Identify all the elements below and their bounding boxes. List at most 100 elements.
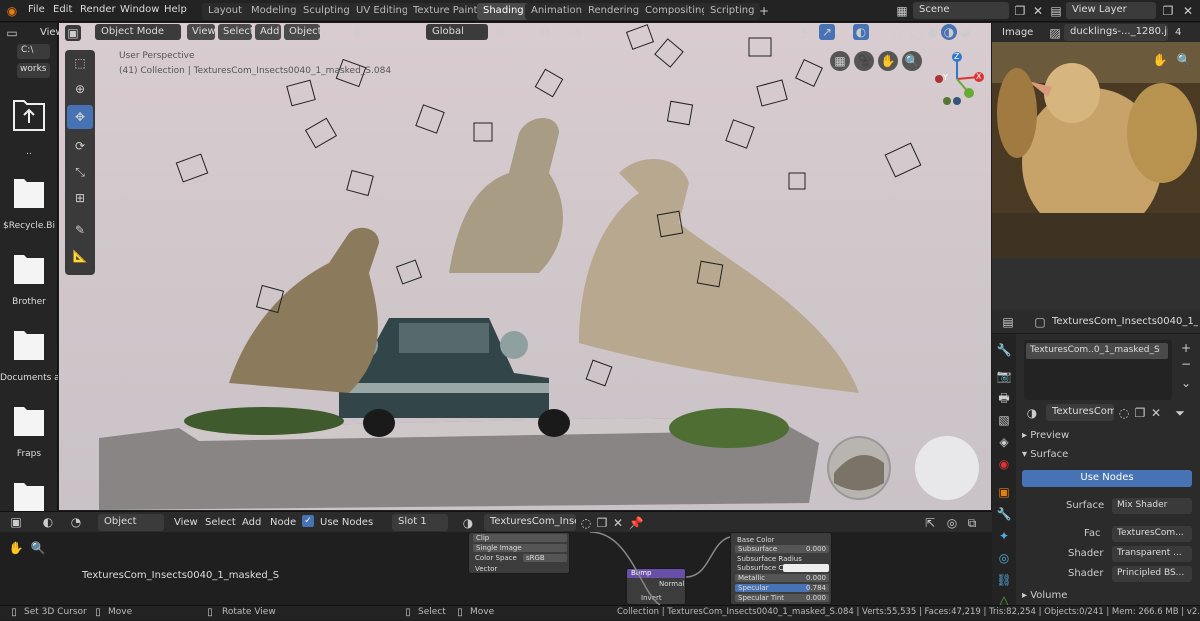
select-box-icon[interactable]: ⬚ (72, 55, 88, 71)
new-view-layer-icon[interactable]: ❐ (1160, 3, 1176, 19)
editor-type-icon[interactable]: ▣ (65, 25, 81, 41)
camera-view-icon[interactable]: 🎥 (854, 51, 874, 71)
proportional-edit-icon[interactable]: ◎ (569, 24, 585, 40)
scene-icon[interactable]: ▦ (894, 3, 910, 19)
folder-icon[interactable] (8, 325, 50, 365)
remove-scene-icon[interactable]: ✕ (1030, 3, 1046, 19)
bsdf-subsurface-color-swatch[interactable] (783, 564, 829, 572)
image-texture-node[interactable]: Clip Single Image Color Space sRGB Vecto… (468, 532, 570, 574)
add-menu[interactable]: Add (255, 24, 281, 40)
image-menu[interactable]: Image (1002, 27, 1033, 38)
image-name-field[interactable]: ducklings-..._1280.jpg (1064, 24, 1168, 41)
image-browse-icon[interactable]: ▨ (1047, 25, 1063, 41)
constraints-tab-icon[interactable]: ⛓ (996, 572, 1012, 588)
render-tab-icon[interactable]: 📷 (996, 368, 1012, 384)
new-scene-icon[interactable]: ❐ (1012, 3, 1028, 19)
projection-dropdown[interactable]: Single Image (473, 544, 567, 552)
world-tab-icon[interactable]: ◉ (996, 456, 1012, 472)
tab-layout[interactable]: Layout (202, 3, 248, 20)
rotate-tool-icon[interactable]: ⟳ (72, 138, 88, 154)
pin-icon[interactable]: 📌 (628, 515, 644, 531)
mode-dropdown[interactable]: Object Mode (95, 24, 181, 40)
shader1-input[interactable]: Transparent ... (1112, 546, 1192, 562)
node-select-menu[interactable]: Select (205, 517, 236, 528)
menu-help[interactable]: Help (164, 4, 187, 15)
shader-type-icon[interactable]: ◐ (40, 514, 56, 530)
zoom-icon[interactable]: 🔍 (30, 540, 46, 556)
add-workspace-icon[interactable]: + (756, 3, 772, 19)
editor-type-icon[interactable]: ▣ (8, 514, 24, 530)
shading-rendered-icon[interactable]: ◕ (957, 24, 973, 40)
tab-modeling[interactable]: Modeling (245, 3, 303, 20)
menu-edit[interactable]: Edit (53, 4, 72, 15)
zoom-icon[interactable]: 🔍 (902, 51, 922, 71)
view-layer-field[interactable]: View Layer (1066, 2, 1156, 19)
parent-node-icon[interactable]: ⇱ (922, 515, 938, 531)
fake-user-icon[interactable]: ◌ (1116, 405, 1132, 421)
tab-rendering[interactable]: Rendering (582, 3, 646, 20)
scale-tool-icon[interactable]: ⤡ (72, 164, 88, 180)
node-material-field[interactable]: TexturesCom_Insec... (484, 514, 576, 531)
tab-animation[interactable]: Animation (525, 3, 588, 20)
cursor-icon[interactable]: ⊕ (72, 81, 88, 97)
folder-icon[interactable] (8, 249, 50, 289)
tab-scripting[interactable]: Scripting (704, 3, 761, 20)
folder-label-brother[interactable]: Brother (0, 297, 58, 307)
add-slot-icon[interactable]: + (1178, 340, 1194, 356)
node-editor-canvas[interactable]: ✋ 🔍 TexturesCom_Insects0040_1_masked_S C… (0, 532, 992, 605)
folder-label-fraps[interactable]: Fraps (0, 449, 58, 459)
tab-compositing[interactable]: Compositing (639, 3, 714, 20)
shading-solid-icon[interactable]: ● (925, 24, 941, 40)
volume-section[interactable]: ▸ Volume (1022, 590, 1067, 606)
pivot-icon[interactable]: ⊙ (493, 24, 509, 40)
bsdf-metallic-field[interactable]: Metallic 0.000 (735, 574, 829, 582)
fake-user-icon[interactable]: ◌ (578, 515, 594, 531)
material-sphere-icon[interactable]: ◑ (460, 515, 476, 531)
filename-field[interactable]: works (17, 63, 50, 78)
pan-hand-icon[interactable]: ✋ (878, 51, 898, 71)
principled-bsdf-node[interactable]: Base Color Subsurface 0.000 Subsurface R… (730, 532, 832, 605)
xray-icon[interactable]: ▢ (889, 24, 905, 40)
scene-field[interactable]: Scene (913, 2, 1009, 19)
view-layer-tab-icon[interactable]: ▧ (996, 412, 1012, 428)
snap-icon[interactable]: ⧉ (537, 24, 553, 40)
colorspace-dropdown[interactable]: sRGB (523, 554, 567, 562)
tab-shading[interactable]: Shading (477, 3, 530, 20)
use-nodes-button[interactable]: Use Nodes (1022, 470, 1192, 487)
modifier-tab-icon[interactable]: 🔧 (996, 506, 1012, 522)
material-slot-item[interactable]: TexturesCom..0_1_masked_S (1026, 343, 1168, 359)
menu-file[interactable]: File (28, 4, 45, 15)
zoom-icon[interactable]: 🔍 (1176, 52, 1192, 68)
annotate-tool-icon[interactable]: ✎ (72, 222, 88, 238)
folder-label-documents[interactable]: Documents a (0, 373, 58, 383)
material-name-field[interactable]: TexturesCom... (1046, 404, 1114, 421)
editor-type-icon[interactable]: ▭ (4, 25, 20, 41)
image-editor-panel[interactable] (992, 23, 1200, 258)
shader-type-dropdown[interactable]: Object (98, 514, 164, 531)
unlink-material-icon[interactable]: ✕ (610, 515, 626, 531)
object-menu[interactable]: Object (284, 24, 322, 40)
menu-render[interactable]: Render (80, 4, 116, 15)
orientation-dropdown[interactable]: Global (426, 24, 488, 40)
visibility-icon[interactable]: ◔ (794, 24, 810, 40)
use-nodes-checkbox[interactable]: ✓ (302, 515, 314, 527)
view-layer-icon[interactable]: ▤ (1048, 3, 1064, 19)
preview-section[interactable]: ▸ Preview (1022, 430, 1069, 446)
blender-logo-icon[interactable]: ◉ (4, 3, 20, 19)
object-type-icon[interactable]: ◔ (68, 514, 84, 530)
node-view-menu[interactable]: View (174, 517, 198, 528)
fac-input[interactable]: TexturesCom... (1112, 526, 1192, 542)
select-menu[interactable]: Select (218, 24, 254, 40)
remove-view-layer-icon[interactable]: ✕ (1180, 3, 1196, 19)
snap-icon[interactable]: ◎ (944, 515, 960, 531)
bsdf-specular-tint-field[interactable]: Specular Tint 0.000 (735, 594, 829, 602)
folder-icon[interactable] (8, 401, 50, 441)
clip-dropdown[interactable]: Clip (473, 534, 567, 542)
output-tab-icon[interactable]: 🖶 (996, 390, 1012, 406)
cursor-target-icon[interactable]: ⊕ (349, 24, 365, 40)
tool-tab-icon[interactable]: 🔧 (996, 342, 1012, 358)
remove-slot-icon[interactable]: − (1178, 356, 1194, 372)
filter-icon[interactable]: ⏷ (1172, 405, 1188, 421)
measure-tool-icon[interactable]: 📐 (72, 248, 88, 264)
physics-tab-icon[interactable]: ◎ (996, 550, 1012, 566)
